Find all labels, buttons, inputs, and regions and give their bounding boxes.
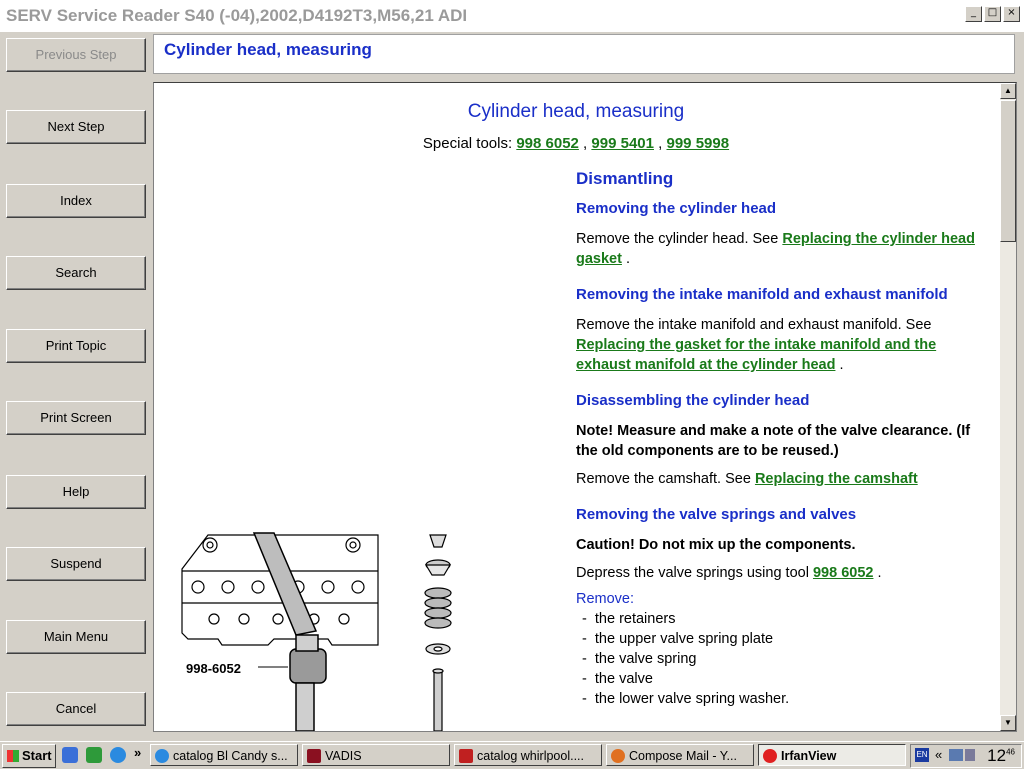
task-catalog-whirlpool[interactable]: catalog whirlpool....: [454, 744, 602, 766]
network-icon[interactable]: [949, 749, 963, 761]
special-tools-line: Special tools: 998 6052 , 999 5401 , 999…: [422, 135, 730, 152]
irfanview-icon: [763, 749, 777, 763]
step-text: Depress the valve springs using tool: [576, 565, 809, 581]
list-item: the valve: [582, 669, 994, 689]
document-title: Cylinder head, measuring: [467, 101, 685, 122]
step-heading-disassemble: Disassembling the cylinder head: [576, 392, 810, 409]
search-button[interactable]: Search: [6, 256, 146, 290]
task-label: IrfanView: [781, 749, 837, 763]
task-label: catalog Bl Candy s...: [173, 749, 288, 763]
link-replacing-manifold-gasket[interactable]: Replacing the gasket for the intake mani…: [576, 337, 936, 373]
valve-parts-drawing: [424, 534, 452, 731]
language-indicator[interactable]: EN: [915, 748, 929, 762]
close-button[interactable]: ×: [1003, 6, 1020, 22]
cylinder-head-illustration: 998-6052: [181, 532, 452, 731]
tool-link-2[interactable]: 999 5401: [591, 135, 654, 152]
list-item: the upper valve spring plate: [582, 629, 994, 649]
special-tools-label: Special tools:: [422, 135, 513, 152]
step-heading-remove-manifold: Removing the intake manifold and exhaust…: [576, 286, 948, 303]
scroll-up-icon[interactable]: ▲: [1000, 83, 1016, 99]
start-button[interactable]: Start: [2, 744, 56, 768]
clock[interactable]: 1246: [987, 746, 1015, 766]
window-title: SERV Service Reader S40 (-04),2002,D4192…: [6, 6, 468, 25]
topic-title: Cylinder head, measuring: [164, 40, 372, 59]
scroll-down-icon[interactable]: ▼: [1000, 715, 1016, 731]
period: .: [839, 357, 844, 373]
caution-text: Caution! Do not mix up the components.: [576, 537, 856, 553]
suspend-button[interactable]: Suspend: [6, 547, 146, 581]
windows-flag-icon: [7, 750, 19, 762]
pdf-icon: [459, 749, 473, 763]
minimize-button[interactable]: _: [965, 6, 982, 22]
note-valve-clearance: Note! Measure and make a note of the val…: [576, 423, 971, 459]
remove-label: Remove:: [576, 591, 635, 607]
maximize-button[interactable]: □: [984, 6, 1001, 22]
step-text-remove-manifold: Remove the intake manifold and exhaust m…: [576, 315, 994, 375]
link-tool-998-6052[interactable]: 998 6052: [813, 565, 873, 581]
step-text: Remove the camshaft. See: [576, 471, 751, 487]
link-replacing-camshaft[interactable]: Replacing the camshaft: [755, 471, 918, 487]
step-text-camshaft: Remove the camshaft. See Replacing the c…: [576, 469, 994, 489]
internet-explorer-icon[interactable]: [110, 747, 126, 763]
scroll-thumb[interactable]: [1000, 100, 1016, 242]
task-catalog-candy[interactable]: catalog Bl Candy s...: [150, 744, 298, 766]
step-text: Remove the intake manifold and exhaust m…: [576, 317, 932, 333]
tray-app-icon[interactable]: [965, 749, 975, 761]
firefox-icon: [611, 749, 625, 763]
desktop-icon[interactable]: [62, 747, 78, 763]
cancel-button[interactable]: Cancel: [6, 692, 146, 726]
next-step-button[interactable]: Next Step: [6, 110, 146, 144]
vertical-scrollbar[interactable]: ▲ ▼: [1000, 83, 1016, 731]
topic-header: Cylinder head, measuring: [153, 34, 1015, 74]
task-vadis[interactable]: VADIS: [302, 744, 450, 766]
period: .: [877, 565, 882, 581]
tool-link-3[interactable]: 999 5998: [667, 135, 730, 152]
list-item: the valve spring: [582, 649, 994, 669]
step-text-depress: Depress the valve springs using tool 998…: [576, 563, 994, 583]
print-topic-button[interactable]: Print Topic: [6, 329, 146, 363]
app-quicklaunch-icon[interactable]: [86, 747, 102, 763]
taskbar: Start » catalog Bl Candy s... VADIS cata…: [0, 741, 1024, 769]
vadis-icon: [307, 749, 321, 763]
instructions: Dismantling Removing the cylinder head R…: [576, 167, 994, 709]
tool-callout-label: 998-6052: [186, 661, 241, 676]
main-menu-button[interactable]: Main Menu: [6, 620, 146, 654]
help-button[interactable]: Help: [6, 475, 146, 509]
title-bar: SERV Service Reader S40 (-04),2002,D4192…: [0, 0, 1024, 32]
task-label: VADIS: [325, 749, 362, 763]
step-heading-remove-head: Removing the cylinder head: [576, 200, 777, 217]
task-irfanview[interactable]: IrfanView: [758, 744, 906, 766]
print-screen-button[interactable]: Print Screen: [6, 401, 146, 435]
list-item: the retainers: [582, 609, 994, 629]
clock-hour: 12: [987, 746, 1007, 765]
ie-icon: [155, 749, 169, 763]
document-pane[interactable]: Cylinder head, measuring Special tools: …: [153, 82, 1017, 732]
period: .: [625, 251, 631, 267]
tray-expand-icon[interactable]: «: [935, 747, 942, 762]
task-compose-mail[interactable]: Compose Mail - Y...: [606, 744, 754, 766]
start-label: Start: [22, 748, 52, 763]
step-text-remove-head: Remove the cylinder head. See Replacing …: [576, 229, 994, 269]
list-item: the lower valve spring washer.: [582, 689, 994, 709]
remove-list: the retainers the upper valve spring pla…: [576, 609, 994, 709]
quicklaunch-overflow-icon[interactable]: »: [134, 745, 141, 760]
clock-minutes: 46: [1006, 747, 1015, 757]
task-label: Compose Mail - Y...: [629, 749, 737, 763]
window-controls: _ □ ×: [965, 6, 1020, 22]
section-heading: Dismantling: [576, 169, 674, 188]
step-heading-springs: Removing the valve springs and valves: [576, 506, 857, 523]
tool-998-6052-drawing: [252, 532, 327, 731]
system-tray: EN « 1246: [910, 744, 1022, 768]
previous-step-button[interactable]: Previous Step: [6, 38, 146, 72]
tool-link-1[interactable]: 998 6052: [516, 135, 579, 152]
index-button[interactable]: Index: [6, 184, 146, 218]
step-text: Remove the cylinder head. See: [576, 231, 779, 247]
task-label: catalog whirlpool....: [477, 749, 585, 763]
